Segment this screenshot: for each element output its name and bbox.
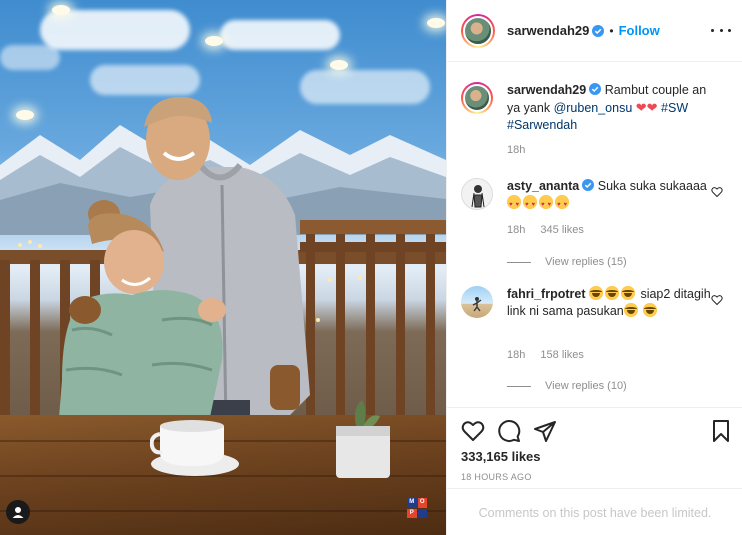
- comment-item: fahri_frpotret siap2 ditagih link ni sam…: [461, 286, 737, 406]
- view-replies-label: View replies (10): [545, 380, 627, 392]
- verified-badge-icon: [592, 24, 605, 37]
- post-side-panel: sarwendah29 • Follow sarwendah29 Rambut …: [446, 0, 742, 535]
- caption-username[interactable]: sarwendah29: [507, 83, 586, 97]
- caption: sarwendah29 Rambut couple an ya yank @ru…: [461, 82, 737, 162]
- tagged-users-icon[interactable]: [6, 500, 30, 524]
- post-timestamp[interactable]: 18 HOURS AGO: [461, 472, 532, 482]
- verified-badge-icon: [582, 179, 595, 191]
- view-replies-button[interactable]: View replies (15): [493, 256, 627, 268]
- comment-likes[interactable]: 345 likes: [540, 224, 583, 236]
- comments-limited-notice: Comments on this post have been limited.: [447, 488, 742, 535]
- comment-username[interactable]: asty_ananta: [507, 179, 579, 193]
- commenter-avatar[interactable]: [461, 178, 493, 210]
- red-heart-emoji: ❤❤: [635, 100, 658, 115]
- hashtag-sarwendah[interactable]: #Sarwendah: [507, 118, 577, 132]
- tears-of-joy-emoji: [623, 303, 659, 318]
- caption-mention[interactable]: @ruben_onsu: [554, 101, 633, 115]
- comments-list[interactable]: sarwendah29 Rambut couple an ya yank @ru…: [447, 62, 742, 407]
- commenter-avatar[interactable]: [461, 286, 493, 318]
- comment-like-icon[interactable]: [711, 186, 723, 198]
- comment-meta: 18h 158 likes: [507, 349, 596, 361]
- verified-badge-icon: [589, 83, 602, 95]
- view-replies-label: View replies (15): [545, 256, 627, 268]
- caption-meta: 18h: [507, 144, 537, 156]
- view-replies-button[interactable]: View replies (10): [493, 380, 627, 392]
- separator-dot: •: [609, 23, 614, 38]
- caption-avatar[interactable]: [461, 82, 493, 114]
- comment-icon[interactable]: [497, 419, 521, 443]
- post-photo[interactable]: M O P: [0, 0, 446, 535]
- tears-of-joy-emoji: [588, 286, 637, 301]
- heart-eyes-emoji: [507, 195, 571, 214]
- comment-age: 18h: [507, 349, 526, 361]
- hashtag-sw[interactable]: #SW: [661, 101, 688, 115]
- action-bar: 333,165 likes 18 HOURS AGO Comments on t…: [447, 407, 742, 535]
- post-header: sarwendah29 • Follow: [447, 0, 742, 62]
- author-avatar[interactable]: [461, 13, 495, 48]
- paper-plane-icon[interactable]: [533, 419, 557, 443]
- comment-likes[interactable]: 158 likes: [540, 349, 583, 361]
- bookmark-icon[interactable]: [709, 419, 733, 443]
- follow-button[interactable]: Follow: [619, 23, 660, 38]
- more-options-icon[interactable]: [711, 22, 731, 38]
- comment-meta: 18h 345 likes: [507, 224, 596, 236]
- comment-username[interactable]: fahri_frpotret: [507, 287, 585, 301]
- watermark-logo: M O P: [407, 498, 427, 518]
- likes-count[interactable]: 333,165 likes: [461, 449, 541, 464]
- comment-like-icon[interactable]: [711, 294, 723, 306]
- comment-item: asty_ananta Suka suka sukaaaa 18h 345 li…: [461, 178, 737, 278]
- author-username[interactable]: sarwendah29: [507, 23, 589, 38]
- heart-icon[interactable]: [461, 419, 485, 443]
- comment-age: 18h: [507, 224, 526, 236]
- comment-text: Suka suka sukaaaa: [597, 179, 707, 193]
- caption-age: 18h: [507, 144, 526, 156]
